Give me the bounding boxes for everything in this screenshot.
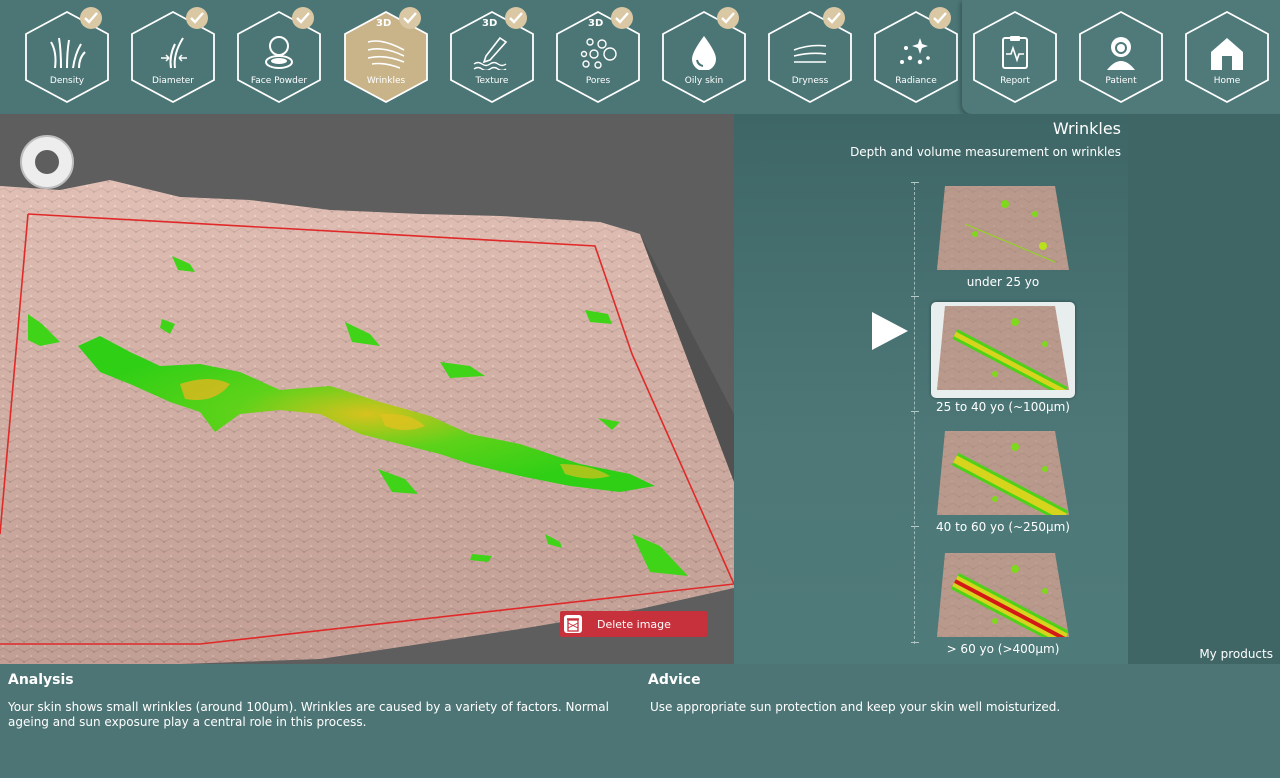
3d-tag: 3D bbox=[588, 18, 604, 29]
thumbnail-image bbox=[937, 553, 1069, 637]
top-nav-actions: Report Patient Home bbox=[962, 0, 1280, 114]
droplet-icon bbox=[692, 36, 716, 70]
pores-icon bbox=[580, 38, 617, 69]
nav-oily-skin[interactable]: Oily skin bbox=[661, 7, 747, 104]
grass-icon bbox=[50, 37, 86, 69]
check-icon bbox=[292, 7, 314, 29]
wrinkle-severity-thumbnail[interactable]: 25 to 40 yo (~100µm) bbox=[931, 302, 1075, 414]
nav-home[interactable]: Home bbox=[1184, 10, 1270, 104]
powder-compact-icon bbox=[265, 36, 293, 69]
nav-pores[interactable]: 3D Pores bbox=[555, 7, 641, 104]
nav-diameter[interactable]: Diameter bbox=[130, 7, 216, 104]
check-icon bbox=[929, 7, 951, 29]
products-sidebar: My products bbox=[1128, 114, 1280, 664]
wrinkle-severity-thumbnail[interactable]: 40 to 60 yo (~250µm) bbox=[931, 427, 1075, 539]
wrinkle-severity-thumbnail[interactable]: under 25 yo bbox=[931, 182, 1075, 294]
analysis-section: Analysis Your skin shows small wrinkles … bbox=[0, 664, 1280, 778]
nav-label: Dryness bbox=[791, 76, 829, 86]
top-nav: Density Diameter Face Powder 3D Wrinkles 3D Te… bbox=[0, 0, 1280, 114]
nav-label: Report bbox=[1000, 76, 1030, 86]
thumbnail-label: under 25 yo bbox=[966, 275, 1040, 289]
wrinkles-icon bbox=[367, 40, 405, 69]
trash-icon bbox=[560, 611, 586, 637]
skin-surface-3d[interactable] bbox=[0, 114, 734, 664]
nav-label: Face Powder bbox=[250, 76, 308, 86]
check-icon bbox=[505, 7, 527, 29]
nav-label: Radiance bbox=[895, 76, 937, 86]
nav-label: Texture bbox=[475, 76, 509, 86]
thumbnail-image bbox=[937, 186, 1069, 270]
check-icon bbox=[717, 7, 739, 29]
thumbnail-label: 40 to 60 yo (~250µm) bbox=[936, 520, 1070, 534]
check-icon bbox=[823, 7, 845, 29]
advice-text: Use appropriate sun protection and keep … bbox=[650, 700, 1061, 714]
nav-label: Density bbox=[49, 76, 85, 86]
play-icon[interactable] bbox=[870, 310, 910, 352]
rotate-handle-icon[interactable] bbox=[19, 134, 75, 190]
nav-label: Pores bbox=[585, 76, 611, 86]
my-products-link[interactable]: My products bbox=[1199, 647, 1273, 661]
check-icon bbox=[399, 7, 421, 29]
nav-wrinkles[interactable]: 3D Wrinkles bbox=[343, 7, 429, 104]
thumbnail-label: > 60 yo (>400µm) bbox=[946, 642, 1060, 656]
nav-patient[interactable]: Patient bbox=[1078, 10, 1164, 104]
thumbnail-image bbox=[937, 431, 1069, 515]
report-icon bbox=[1002, 36, 1028, 69]
delete-image-button[interactable]: Delete image bbox=[560, 611, 707, 637]
3d-viewer[interactable]: Delete image bbox=[0, 114, 734, 664]
age-timeline bbox=[911, 182, 919, 644]
3d-tag: 3D bbox=[376, 18, 392, 29]
check-icon bbox=[80, 7, 102, 29]
nav-report[interactable]: Report bbox=[972, 10, 1058, 104]
thumbnail-image bbox=[937, 306, 1069, 390]
advice-title: Advice bbox=[648, 672, 701, 688]
patient-icon bbox=[1107, 37, 1135, 70]
thumbnail-label: 25 to 40 yo (~100µm) bbox=[936, 400, 1070, 414]
panel-subtitle: Depth and volume measurement on wrinkles bbox=[850, 145, 1121, 159]
wrinkle-severity-thumbnail[interactable]: > 60 yo (>400µm) bbox=[931, 549, 1075, 661]
check-icon bbox=[186, 7, 208, 29]
nav-face-powder[interactable]: Face Powder bbox=[236, 7, 322, 104]
nav-label: Wrinkles bbox=[366, 76, 406, 86]
nav-texture[interactable]: 3D Texture bbox=[449, 7, 535, 104]
nav-label: Patient bbox=[1105, 76, 1137, 86]
nav-label: Home bbox=[1213, 76, 1241, 86]
nav-dryness[interactable]: Dryness bbox=[767, 7, 853, 104]
delete-image-label: Delete image bbox=[597, 617, 671, 631]
analysis-title: Analysis bbox=[8, 672, 74, 688]
analysis-text: Your skin shows small wrinkles (around 1… bbox=[8, 700, 609, 729]
3d-tag: 3D bbox=[482, 18, 498, 29]
nav-radiance[interactable]: Radiance bbox=[873, 7, 959, 104]
nav-label: Diameter bbox=[151, 76, 195, 86]
check-icon bbox=[611, 7, 633, 29]
nav-density[interactable]: Density bbox=[24, 7, 110, 104]
dryness-icon bbox=[793, 44, 827, 63]
home-icon bbox=[1211, 38, 1243, 70]
hair-diameter-icon bbox=[161, 37, 187, 69]
panel-title: Wrinkles bbox=[1052, 119, 1121, 138]
texture-icon bbox=[473, 36, 508, 70]
wrinkles-panel: Wrinkles Depth and volume measurement on… bbox=[734, 114, 1128, 664]
nav-label: Oily skin bbox=[684, 76, 724, 86]
sparkle-icon bbox=[900, 38, 930, 65]
